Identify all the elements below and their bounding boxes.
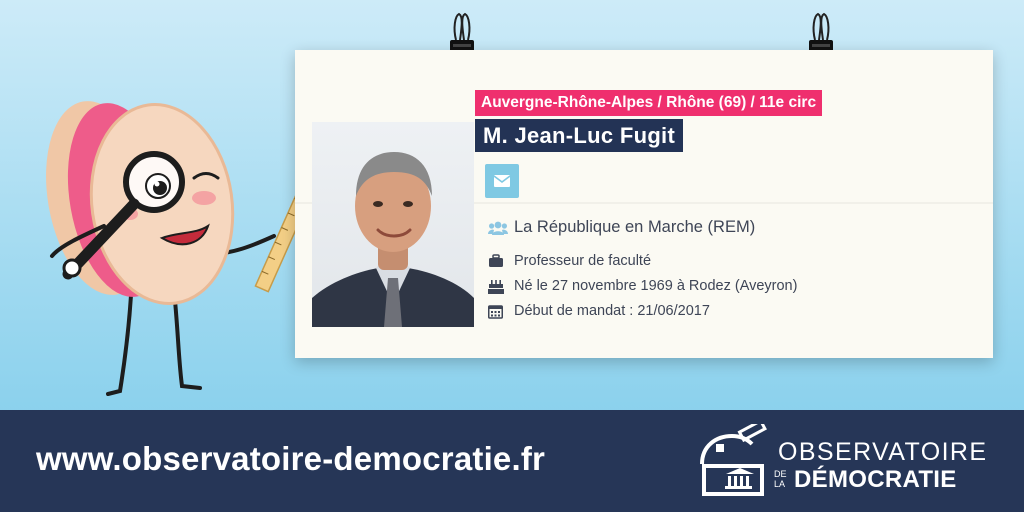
envelope-icon — [494, 175, 510, 187]
brand-word-democratie: DÉMOCRATIE — [794, 466, 957, 493]
observatory-logo-icon — [700, 424, 767, 496]
brand-word-observatoire: OBSERVATOIRE — [778, 438, 988, 466]
brand-word-la: LA — [774, 479, 786, 489]
brand-logo: OBSERVATOIRE DE LA DÉMOCRATIE — [690, 424, 1010, 504]
email-button[interactable] — [485, 164, 519, 198]
briefcase-icon — [488, 253, 508, 269]
party-row: La République en Marche (REM) — [488, 218, 755, 237]
footer-banner: www.observatoire-democratie.fr OBSERVATO… — [0, 410, 1024, 512]
deputy-photo — [312, 122, 474, 327]
mandate-row: Début de mandat : 21/06/2017 — [488, 303, 710, 319]
birth-row: Né le 27 novembre 1969 à Rodez (Aveyron) — [488, 278, 797, 294]
deputy-name: M. Jean-Luc Fugit — [475, 119, 684, 152]
party-label: La République en Marche (REM) — [514, 218, 756, 236]
profession-label: Professeur de faculté — [514, 253, 652, 269]
profession-row: Professeur de faculté — [488, 253, 651, 269]
constituency-label: Auvergne-Rhône-Alpes / Rhône (69) / 11e … — [475, 90, 823, 116]
mandate-label: Début de mandat : 21/06/2017 — [514, 303, 710, 319]
macaron-mascot-illustration — [46, 101, 341, 396]
birthday-cake-icon — [488, 278, 508, 294]
deputy-card: Auvergne-Rhône-Alpes / Rhône (69) / 11e … — [295, 50, 993, 358]
group-icon — [488, 220, 508, 236]
brand-word-de: DE — [774, 469, 787, 479]
birth-label: Né le 27 novembre 1969 à Rodez (Aveyron) — [514, 278, 798, 294]
calendar-icon — [488, 303, 508, 319]
website-link[interactable]: www.observatoire-democratie.fr — [36, 440, 545, 478]
